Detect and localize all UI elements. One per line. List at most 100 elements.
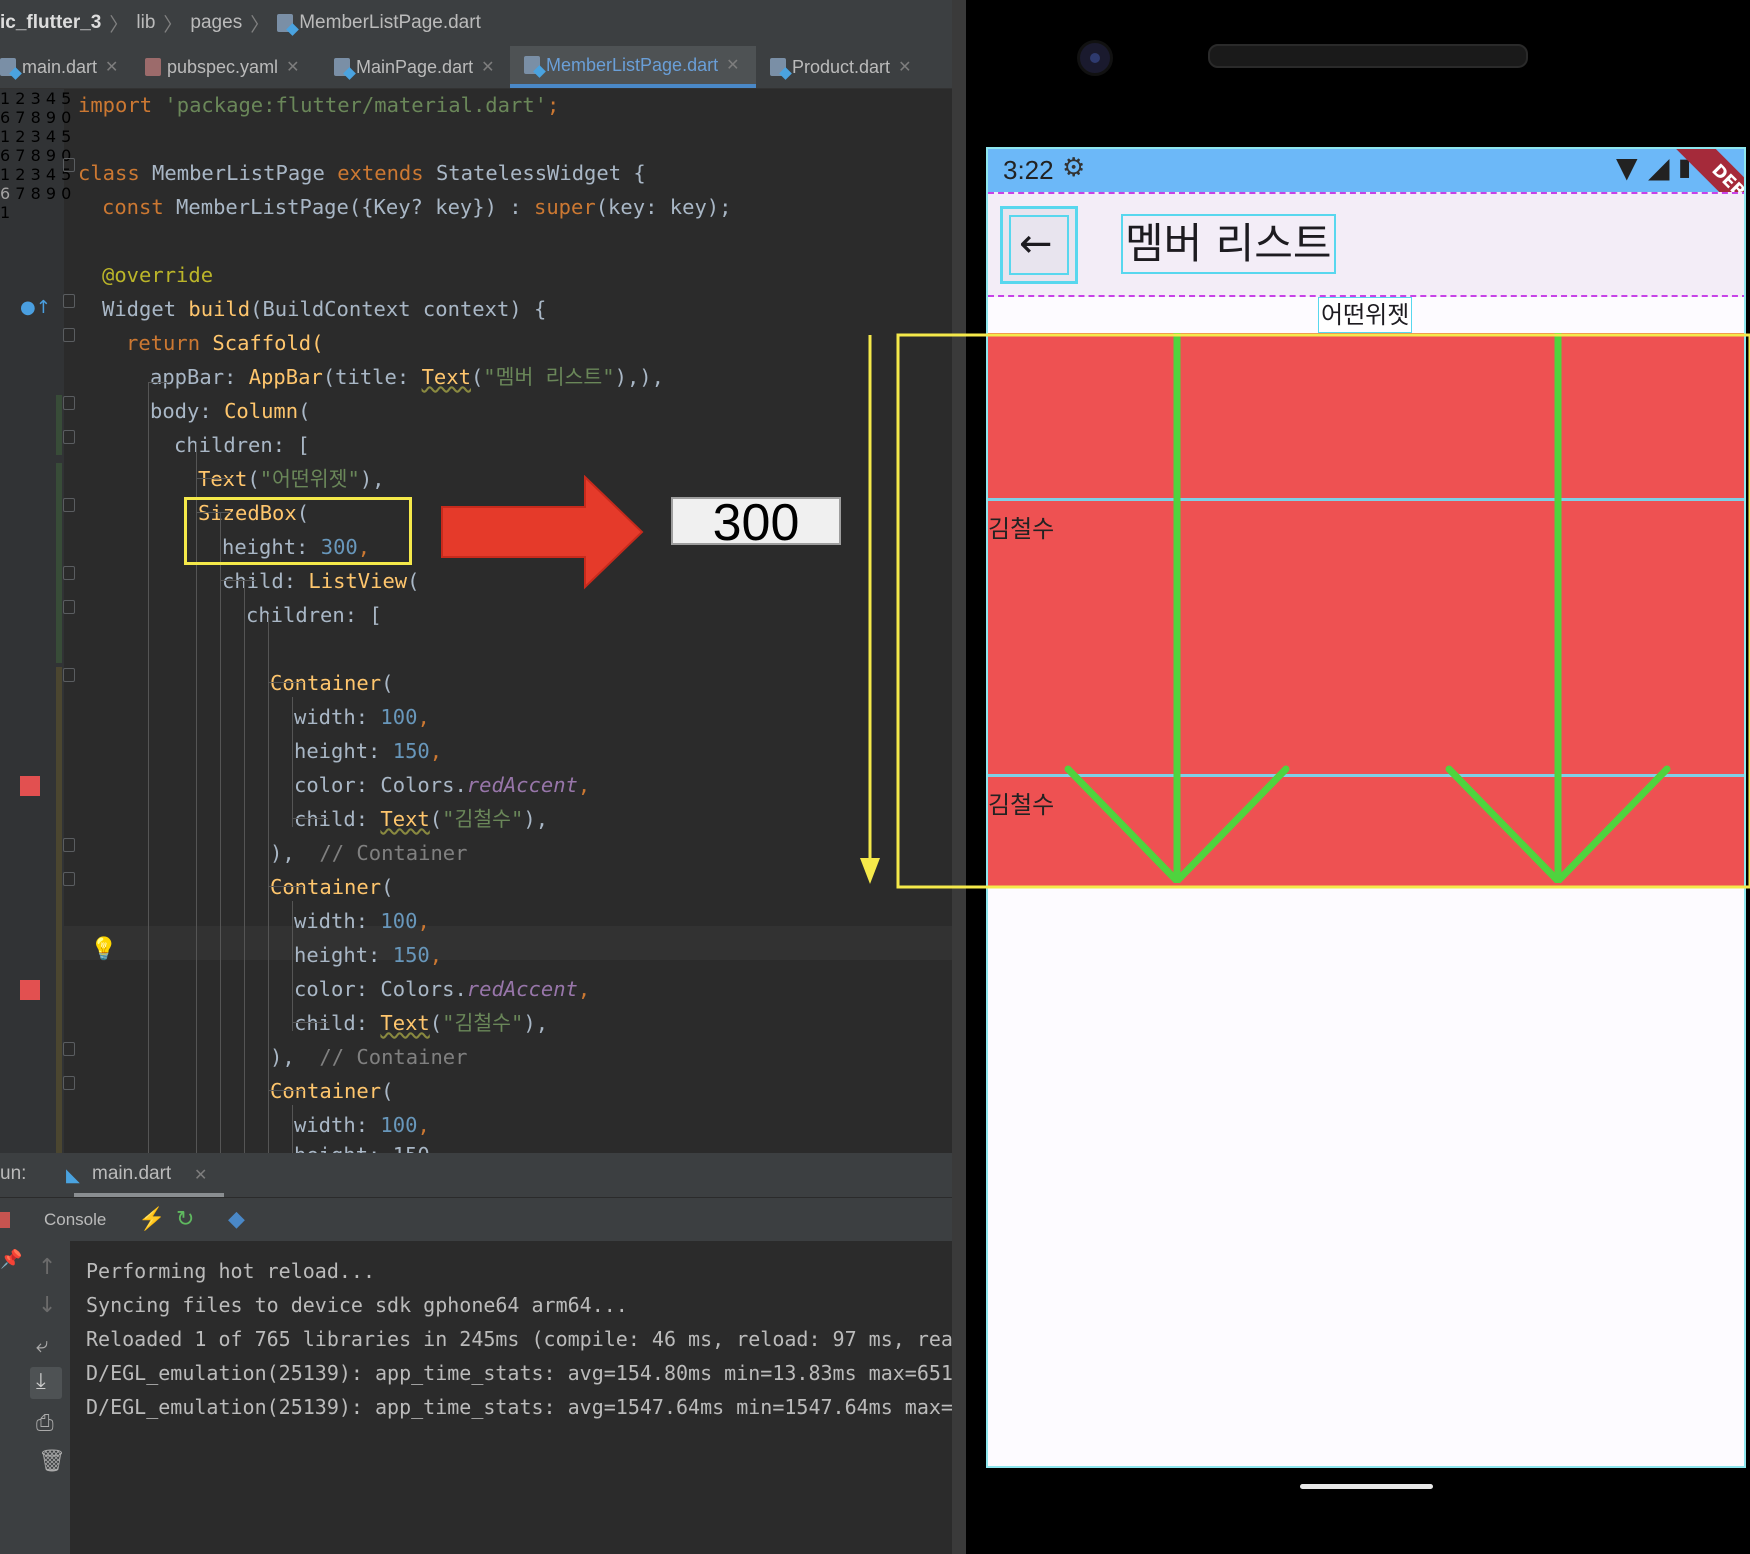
print-icon[interactable]: ⎙	[36, 1411, 54, 1436]
code-token: "어떤위젯"	[259, 467, 360, 491]
color-swatch-icon[interactable]	[20, 776, 40, 796]
fold-icon[interactable]	[63, 328, 75, 342]
soft-wrap-icon[interactable]: ⤶	[36, 1333, 48, 1358]
code-token: 100	[380, 1113, 418, 1137]
code-token: (	[381, 671, 394, 695]
fold-icon[interactable]	[63, 498, 75, 512]
code-token: redAccent	[466, 977, 578, 1001]
home-indicator[interactable]	[1300, 1484, 1433, 1489]
scroll-direction-arrows-icon	[1064, 333, 1671, 883]
tab-mainpage-dart[interactable]: MainPage.dart ✕	[334, 46, 504, 88]
tab-main-dart[interactable]: main.dart ✕	[0, 46, 130, 88]
phone-screen: 3:22 ⚙ ▼ ◢ ▮ DEBUG ← 멤버 리스트 어떤위젯 김철수 김철수	[986, 147, 1746, 1468]
color-swatch-icon[interactable]	[20, 980, 40, 1000]
code-token: color: Colors.	[294, 977, 467, 1001]
tree-guide	[292, 697, 293, 827]
breadcrumb: ic_flutter_3 〉 lib 〉 pages 〉 MemberListP…	[0, 0, 952, 46]
signal-icon: ◢	[1648, 151, 1670, 184]
code-token: Text	[198, 467, 248, 491]
code-token: super	[533, 195, 596, 219]
run-tab-main-dart[interactable]: main.dart	[92, 1163, 171, 1185]
close-icon[interactable]: ✕	[726, 55, 739, 75]
close-icon[interactable]: ✕	[105, 57, 118, 77]
pin-icon[interactable]: 📌	[0, 1249, 22, 1270]
code-editor[interactable]: import 'package:flutter/material.dart'; …	[64, 89, 952, 1153]
run-label: un:	[0, 1163, 27, 1184]
devtools-icon[interactable]: ◆	[228, 1206, 245, 1232]
code-token: 100	[380, 705, 418, 729]
code-token: // Container	[319, 1045, 468, 1069]
code-token: width:	[294, 909, 381, 933]
code-token: (title:	[322, 365, 422, 389]
tab-label: main.dart	[22, 56, 98, 77]
line-number: 7	[15, 146, 26, 165]
hot-restart-icon[interactable]: ↻	[176, 1206, 194, 1232]
code-token: (key: key);	[595, 195, 732, 219]
close-icon[interactable]: ✕	[898, 57, 911, 77]
fold-icon[interactable]	[63, 600, 75, 614]
tab-label: MemberListPage.dart	[546, 54, 719, 75]
code-token: AppBar	[248, 365, 323, 389]
tab-memberlistpage-dart[interactable]: MemberListPage.dart ✕	[510, 46, 756, 88]
arrow-up-icon[interactable]: ↑	[38, 1255, 56, 1280]
breadcrumb-file[interactable]: MemberListPage.dart	[299, 12, 481, 34]
console-output[interactable]: Performing hot reload... Syncing files t…	[70, 1241, 952, 1554]
close-icon[interactable]: ✕	[194, 1165, 207, 1185]
breadcrumb-folder-pages[interactable]: pages	[190, 12, 242, 34]
fold-icon[interactable]	[63, 872, 75, 886]
yaml-file-icon	[145, 58, 161, 76]
code-token: (	[381, 875, 394, 899]
fold-icon[interactable]	[63, 430, 75, 444]
close-icon[interactable]: ✕	[286, 57, 299, 77]
code-token: ,	[417, 705, 430, 729]
tab-pubspec-yaml[interactable]: pubspec.yaml ✕	[145, 46, 315, 88]
fold-icon[interactable]	[63, 1042, 75, 1056]
code-token: MemberListPage({Key? key}) :	[163, 195, 534, 219]
fold-icon[interactable]	[63, 838, 75, 852]
fold-icon[interactable]	[63, 158, 75, 172]
console-line: Performing hot reload...	[86, 1259, 375, 1283]
fold-icon[interactable]	[63, 668, 75, 682]
line-number: 6	[0, 184, 11, 203]
code-token: ),	[270, 1045, 295, 1069]
chevron-right-icon: 〉	[250, 14, 270, 36]
tree-guide	[196, 478, 232, 479]
code-token: ,	[577, 773, 591, 797]
lightbulb-icon[interactable]: 💡	[90, 937, 117, 962]
line-number: 5	[61, 127, 72, 146]
code-token: ListView	[308, 569, 408, 593]
tree-guide	[292, 901, 293, 1031]
trash-icon[interactable]: 🗑	[38, 1449, 66, 1474]
code-token: Container	[270, 1079, 382, 1103]
code-token: width:	[294, 1113, 381, 1137]
hot-reload-icon[interactable]: ⚡	[138, 1206, 165, 1232]
code-token: (	[470, 365, 484, 389]
arrow-down-icon[interactable]: ↓	[38, 1293, 56, 1318]
back-button[interactable]: ←	[1000, 206, 1078, 284]
fold-icon[interactable]	[63, 1076, 75, 1090]
line-number: 0	[61, 184, 72, 203]
override-gutter-icon[interactable]: ●↑	[20, 297, 51, 318]
code-token: "김철수"	[442, 1011, 524, 1035]
scroll-to-end-button[interactable]: ⤓	[30, 1367, 62, 1399]
line-number: 3	[30, 89, 41, 108]
debug-guide	[988, 192, 1744, 194]
code-token: (	[247, 467, 260, 491]
close-icon[interactable]: ✕	[481, 57, 494, 77]
tab-product-dart[interactable]: Product.dart ✕	[770, 46, 940, 88]
breadcrumb-project[interactable]: ic_flutter_3	[0, 12, 101, 34]
code-token: @override	[102, 263, 214, 287]
tree-guide	[292, 1022, 328, 1023]
stop-icon[interactable]	[0, 1212, 10, 1228]
code-token: "멤버 리스트"	[483, 365, 615, 389]
fold-icon[interactable]	[63, 396, 75, 410]
line-number: 8	[30, 184, 41, 203]
highlight-box	[184, 497, 412, 565]
fold-icon[interactable]	[63, 566, 75, 580]
console-tab[interactable]: Console	[44, 1210, 106, 1230]
tree-guide	[268, 1090, 304, 1091]
list-view[interactable]: 김철수 김철수	[988, 333, 1744, 886]
line-number: 1	[0, 203, 11, 222]
fold-icon[interactable]	[63, 294, 75, 308]
breadcrumb-folder-lib[interactable]: lib	[136, 12, 155, 34]
